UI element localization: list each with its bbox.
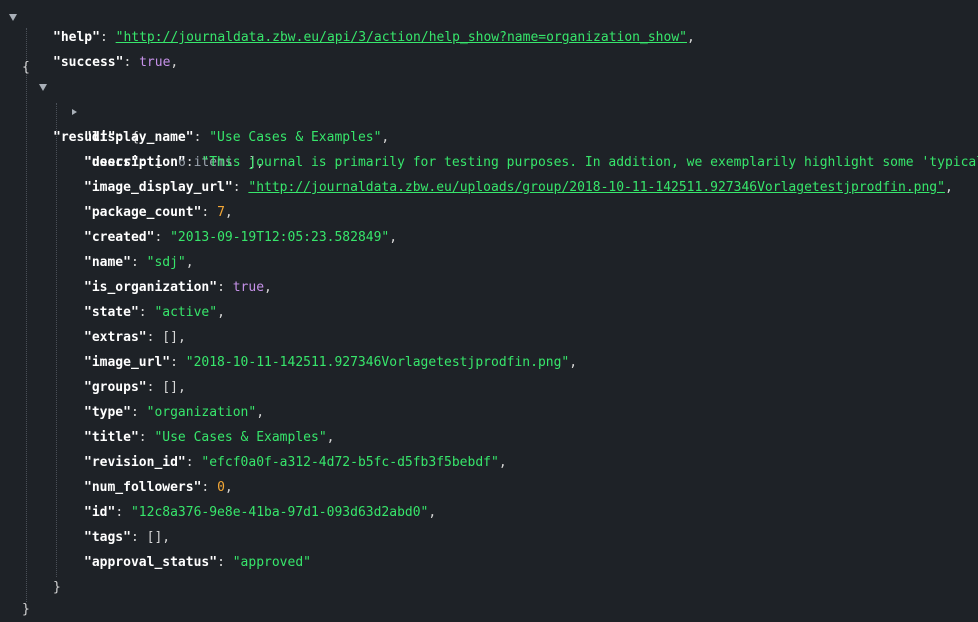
- json-string: "approved": [232, 555, 311, 570]
- json-key: "id": [84, 505, 116, 520]
- json-row-approval-status: "approval_status": "approved": [84, 555, 311, 570]
- json-row-id: "id": "12c8a376-9e8e-41ba-97d1-093d63d2a…: [84, 505, 437, 520]
- json-string: "12c8a376-9e8e-41ba-97d1-093d63d2abd0": [130, 505, 429, 520]
- json-row-num-followers: "num_followers": 0,: [84, 480, 233, 495]
- json-empty-array: []: [162, 380, 178, 395]
- json-key: "description": [84, 155, 186, 170]
- json-row-extras: "extras": [],: [84, 330, 186, 345]
- json-key: "num_followers": [84, 480, 202, 495]
- help-url-link[interactable]: "http://journaldata.zbw.eu/api/3/action/…: [116, 30, 687, 45]
- json-key: "image_url": [84, 355, 171, 370]
- json-row-revision-id: "revision_id": "efcf0a0f-a312-4d72-b5fc-…: [84, 455, 507, 470]
- json-root-close: }: [22, 602, 30, 617]
- json-number: 0: [217, 480, 225, 495]
- json-key: "image_display_url": [84, 180, 233, 195]
- json-string: "Use Cases & Examples": [154, 430, 327, 445]
- json-row-created: "created": "2013-09-19T12:05:23.582849",: [84, 230, 398, 245]
- json-row-state: "state": "active",: [84, 305, 225, 320]
- json-string: "This journal is primarily for testing p…: [201, 155, 978, 170]
- json-row-result: "result": {: [0, 75, 139, 145]
- json-row-package-count: "package_count": 7,: [84, 205, 233, 220]
- json-key: "title": [84, 430, 139, 445]
- json-viewer: { "help": "http://journaldata.zbw.eu/api…: [0, 0, 978, 622]
- image-display-url-link[interactable]: "http://journaldata.zbw.eu/uploads/group…: [248, 180, 945, 195]
- json-empty-array: []: [162, 330, 178, 345]
- json-row-tags: "tags": [],: [84, 530, 171, 545]
- json-string: "sdj": [146, 255, 186, 270]
- json-key: "success": [53, 55, 124, 70]
- json-row-success: "success": true,: [53, 55, 179, 70]
- json-row-image-url: "image_url": "2018-10-11-142511.927346Vo…: [84, 355, 578, 370]
- caret-down-icon[interactable]: [9, 14, 17, 21]
- json-key: "help": [53, 30, 100, 45]
- json-string: "2018-10-11-142511.927346Vorlagetestjpro…: [185, 355, 570, 370]
- json-key: "type": [84, 405, 131, 420]
- json-string: "2013-09-19T12:05:23.582849": [170, 230, 390, 245]
- indent-guide-result: [56, 103, 57, 577]
- json-string: "Use Cases & Examples": [209, 130, 382, 145]
- json-empty-array: []: [146, 530, 163, 545]
- json-result-close: }: [53, 580, 61, 595]
- json-row-display-name: "display_name": "Use Cases & Examples",: [84, 130, 390, 145]
- json-key: "state": [84, 305, 139, 320]
- caret-down-icon[interactable]: [39, 84, 47, 91]
- json-key: "display_name": [84, 130, 194, 145]
- json-row-users: "users": [ 6 items ],: [0, 100, 264, 170]
- json-key: "revision_id": [84, 455, 186, 470]
- json-key: "tags": [84, 530, 131, 545]
- json-number: 7: [217, 205, 225, 220]
- json-row-image-display-url: "image_display_url": "http://journaldata…: [84, 180, 953, 195]
- json-key: "extras": [84, 330, 147, 345]
- json-key: "approval_status": [84, 555, 218, 570]
- json-boolean: true: [139, 55, 171, 70]
- json-row-help: "help": "http://journaldata.zbw.eu/api/3…: [53, 30, 695, 45]
- json-root-open: {: [0, 5, 31, 75]
- json-string: "organization": [146, 405, 257, 420]
- json-row-name: "name": "sdj",: [84, 255, 194, 270]
- json-boolean: true: [232, 280, 265, 295]
- json-key: "created": [84, 230, 155, 245]
- json-key: "package_count": [84, 205, 202, 220]
- json-row-is-organization: "is_organization": true,: [84, 280, 272, 295]
- caret-right-icon[interactable]: [72, 109, 77, 115]
- json-row-type: "type": "organization",: [84, 405, 265, 420]
- json-row-groups: "groups": [],: [84, 380, 186, 395]
- json-row-description: "description": "This journal is primaril…: [84, 150, 978, 175]
- json-key: "is_organization": [84, 280, 218, 295]
- json-key: "name": [84, 255, 131, 270]
- json-row-title: "title": "Use Cases & Examples",: [84, 430, 335, 445]
- json-string: "active": [154, 305, 218, 320]
- json-key: "groups": [84, 380, 147, 395]
- json-string: "efcf0a0f-a312-4d72-b5fc-d5fb3f5bebdf": [201, 455, 499, 470]
